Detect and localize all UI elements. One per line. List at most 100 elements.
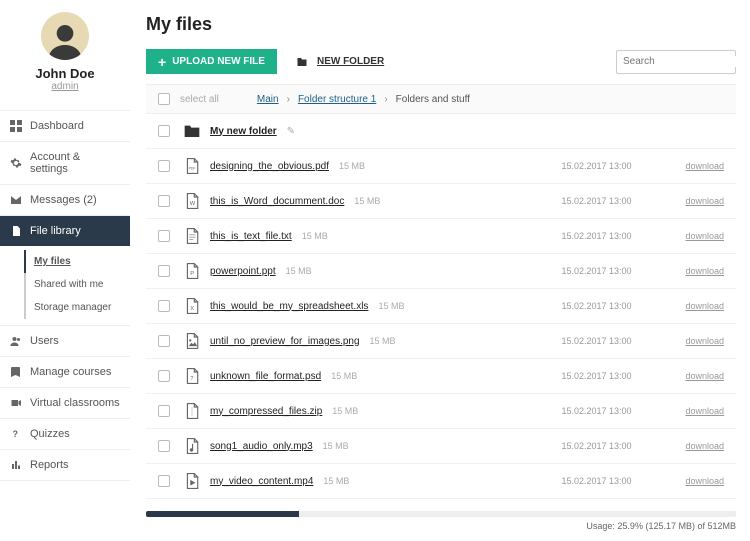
file-name[interactable]: this_is_Word_documment.doc [210,196,344,207]
usage-bar-fill [146,511,299,517]
file-row: My new folder ✎ [146,114,736,149]
subnav-my-files[interactable]: My files [24,250,130,273]
file-row: Ppowerpoint.ppt15 MB15.02.2017 13:00down… [146,254,736,289]
upload-button[interactable]: + UPLOAD NEW FILE [146,49,277,74]
breadcrumb-root[interactable]: Main [257,94,279,105]
search-box[interactable] [616,50,736,74]
file-name[interactable]: this_is_text_file.txt [210,231,292,242]
file-date: 15.02.2017 13:00 [561,231,671,241]
row-checkbox[interactable] [158,440,170,452]
file-size: 15 MB [302,231,328,241]
file-row: my_video_content.mp415 MB15.02.2017 13:0… [146,464,736,499]
file-name[interactable]: this_would_be_my_spreadsheet.xls [210,301,368,312]
download-link[interactable]: download [685,441,736,451]
file-icon [10,225,22,237]
file-date: 15.02.2017 13:00 [561,196,671,206]
file-size: 15 MB [370,336,396,346]
file-size: 15 MB [339,161,365,171]
file-date: 15.02.2017 13:00 [561,406,671,416]
file-row: Xthis_would_be_my_spreadsheet.xls15 MB15… [146,289,736,324]
download-link[interactable]: download [685,301,736,311]
download-link[interactable]: download [685,476,736,486]
download-link[interactable]: download [685,196,736,206]
row-checkbox[interactable] [158,160,170,172]
breadcrumb-current: Folders and stuff [396,94,470,105]
subnav: My files Shared with me Storage manager [0,246,130,325]
file-size: 15 MB [286,266,312,276]
row-checkbox[interactable] [158,300,170,312]
file-row: ? unknown_file_format.psd 15 MB 15.02.2017 … [146,359,736,394]
plus-icon: + [158,57,166,67]
page-title: My files [146,14,736,35]
svg-text:PDF: PDF [189,166,196,170]
nav-label: Reports [30,459,69,471]
file-name[interactable]: my_video_content.mp4 [210,476,313,487]
breadcrumb-mid[interactable]: Folder structure 1 [298,94,376,105]
svg-text:?: ? [190,376,193,382]
file-name[interactable]: designing_the_obvious.pdf [210,161,329,172]
search-input[interactable] [623,56,750,67]
audio-icon [184,438,200,454]
row-checkbox[interactable] [158,475,170,487]
subnav-storage-manager[interactable]: Storage manager [24,296,130,319]
download-link[interactable]: download [685,266,736,276]
file-name[interactable]: song1_audio_only.mp3 [210,441,313,452]
nav-users[interactable]: Users [0,325,130,356]
download-link[interactable]: download [685,231,736,241]
file-name[interactable]: powerpoint.ppt [210,266,276,277]
file-date: 15.02.2017 13:00 [561,371,671,381]
file-row: PDF designing_the_obvious.pdf 15 MB 15.02.2… [146,149,736,184]
nav-label: Manage courses [30,366,111,378]
new-folder-button[interactable]: NEW FOLDER [295,56,384,68]
unknown-icon: ? [184,368,200,384]
file-date: 15.02.2017 13:00 [561,266,671,276]
download-link[interactable]: download [685,406,736,416]
nav-label: Dashboard [30,120,84,132]
file-size: 15 MB [331,371,357,381]
avatar[interactable] [41,12,89,60]
file-name[interactable]: my_compressed_files.zip [210,406,322,417]
users-icon [10,335,22,347]
nav-reports[interactable]: Reports [0,449,130,481]
row-checkbox[interactable] [158,370,170,382]
file-date: 15.02.2017 13:00 [561,161,671,171]
user-name: John Doe [8,66,122,81]
nav-account-settings[interactable]: Account & settings [0,141,130,184]
row-checkbox[interactable] [158,265,170,277]
nav-virtual-classrooms[interactable]: Virtual classrooms [0,387,130,418]
download-link[interactable]: download [685,161,736,171]
row-checkbox[interactable] [158,125,170,137]
user-role[interactable]: admin [8,81,122,92]
file-name[interactable]: My new folder [210,126,277,137]
usage-bar [146,511,736,517]
question-icon: ? [10,428,22,440]
select-all-checkbox[interactable] [158,93,170,105]
download-link[interactable]: download [685,336,736,346]
rename-icon[interactable]: ✎ [287,126,295,137]
nav-label: Users [30,335,59,347]
row-checkbox[interactable] [158,405,170,417]
file-size: 15 MB [378,301,404,311]
download-link[interactable]: download [685,371,736,381]
row-checkbox[interactable] [158,230,170,242]
file-name[interactable]: unknown_file_format.psd [210,371,321,382]
nav-messages[interactable]: Messages (2) [0,184,130,215]
row-checkbox[interactable] [158,335,170,347]
row-checkbox[interactable] [158,195,170,207]
book-icon [10,366,22,378]
svg-text:?: ? [13,429,19,439]
folder-icon [184,123,200,139]
subnav-shared-with-me[interactable]: Shared with me [24,273,130,296]
file-date: 15.02.2017 13:00 [561,301,671,311]
nav-file-library[interactable]: File library [0,215,130,246]
nav-dashboard[interactable]: Dashboard [0,110,130,141]
nav-quizzes[interactable]: ? Quizzes [0,418,130,449]
sidebar: John Doe admin Dashboard Account & setti… [0,0,130,541]
nav-label: Messages (2) [30,194,97,206]
camera-icon [10,397,22,409]
chevron-right-icon: › [384,94,387,105]
file-name[interactable]: until_no_preview_for_images.png [210,336,360,347]
video-icon [184,473,200,489]
nav-manage-courses[interactable]: Manage courses [0,356,130,387]
file-size: 15 MB [354,196,380,206]
